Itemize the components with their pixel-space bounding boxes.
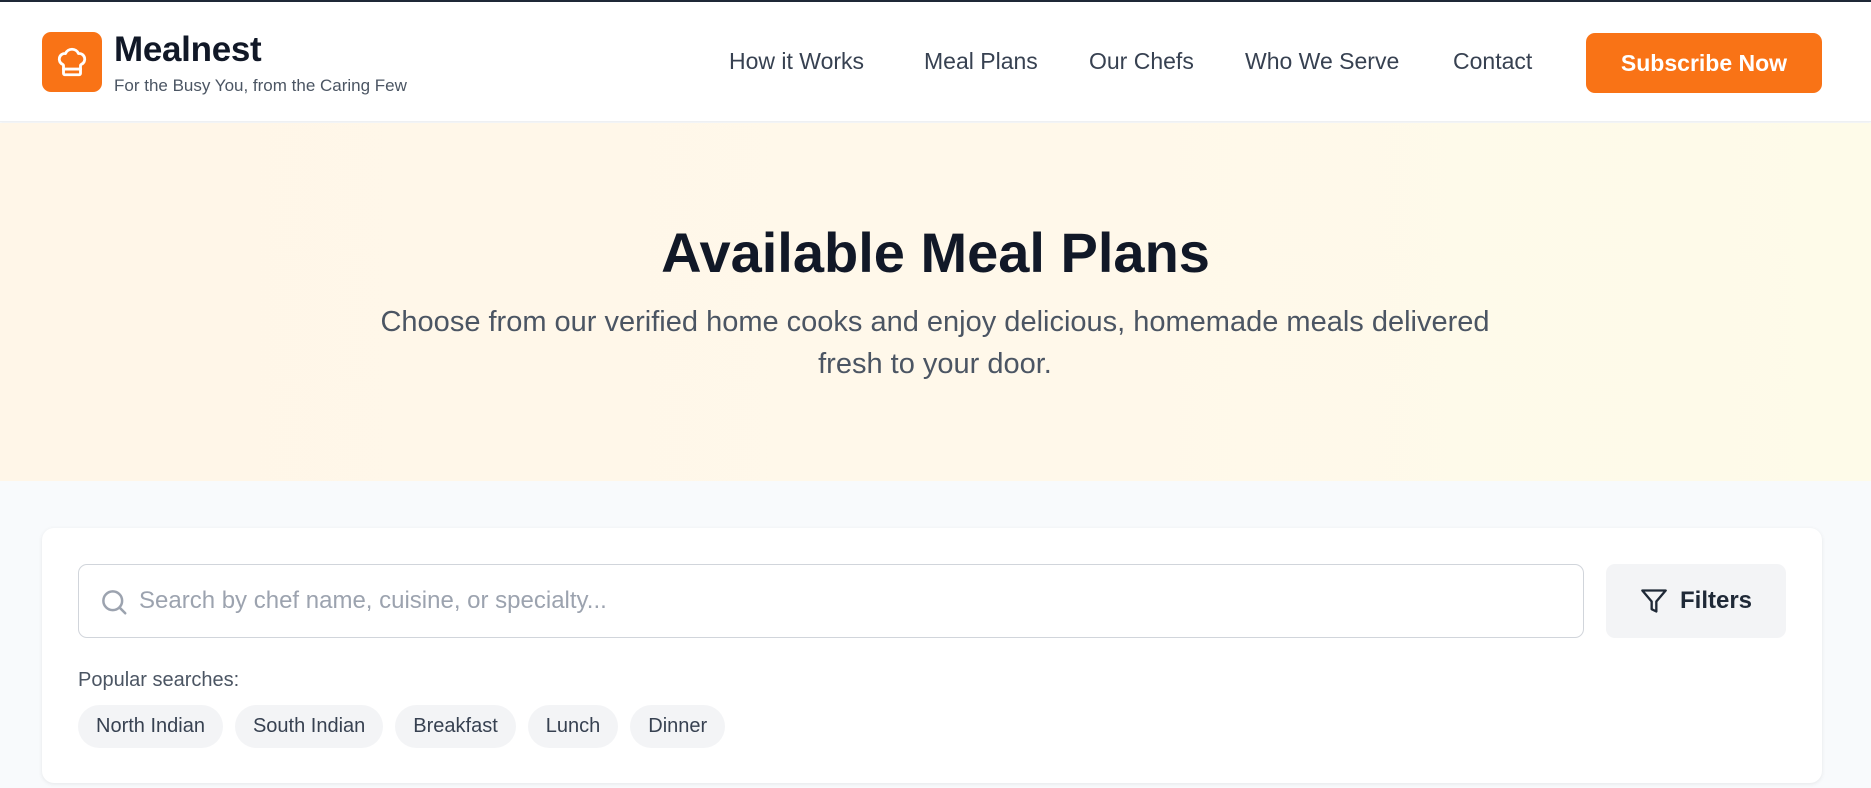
- nav-our-chefs[interactable]: Our Chefs: [1089, 48, 1194, 76]
- chip-dinner[interactable]: Dinner: [630, 705, 726, 748]
- chip-breakfast[interactable]: Breakfast: [395, 705, 516, 748]
- subscribe-now-button[interactable]: Subscribe Now: [1586, 33, 1822, 93]
- nav-meal-plans[interactable]: Meal Plans: [924, 48, 1038, 76]
- hero-subtitle: Choose from our verified home cooks and …: [380, 306, 1490, 380]
- popular-searches-chips: North Indian South Indian Breakfast Lunc…: [78, 705, 726, 748]
- search-input[interactable]: [139, 566, 1569, 636]
- search-icon: [102, 590, 127, 615]
- chip-south-indian[interactable]: South Indian: [234, 705, 384, 748]
- popular-searches-label: Popular searches:: [78, 669, 240, 691]
- filters-button-label: Filters: [1679, 587, 1753, 614]
- filters-button[interactable]: Filters: [1606, 564, 1786, 638]
- chip-lunch[interactable]: Lunch: [527, 705, 619, 748]
- chip-north-indian[interactable]: North Indian: [78, 705, 223, 748]
- logo-badge[interactable]: [42, 32, 102, 92]
- site-header: Mealnest For the Busy You, from the Cari…: [0, 2, 1871, 122]
- search-card: Filters Popular searches: North Indian S…: [42, 528, 1822, 783]
- hero-section: Available Meal Plans Choose from our ver…: [0, 123, 1871, 481]
- brand-tagline: For the Busy You, from the Caring Few: [114, 76, 407, 95]
- chef-hat-icon: [57, 47, 87, 77]
- page-title: Available Meal Plans: [661, 221, 1210, 284]
- funnel-icon: [1641, 589, 1667, 613]
- search-box[interactable]: [78, 564, 1584, 638]
- brand-name[interactable]: Mealnest: [114, 30, 262, 70]
- nav-contact[interactable]: Contact: [1453, 48, 1532, 76]
- nav-how-it-works[interactable]: How it Works: [729, 48, 864, 76]
- nav-who-we-serve[interactable]: Who We Serve: [1245, 48, 1399, 76]
